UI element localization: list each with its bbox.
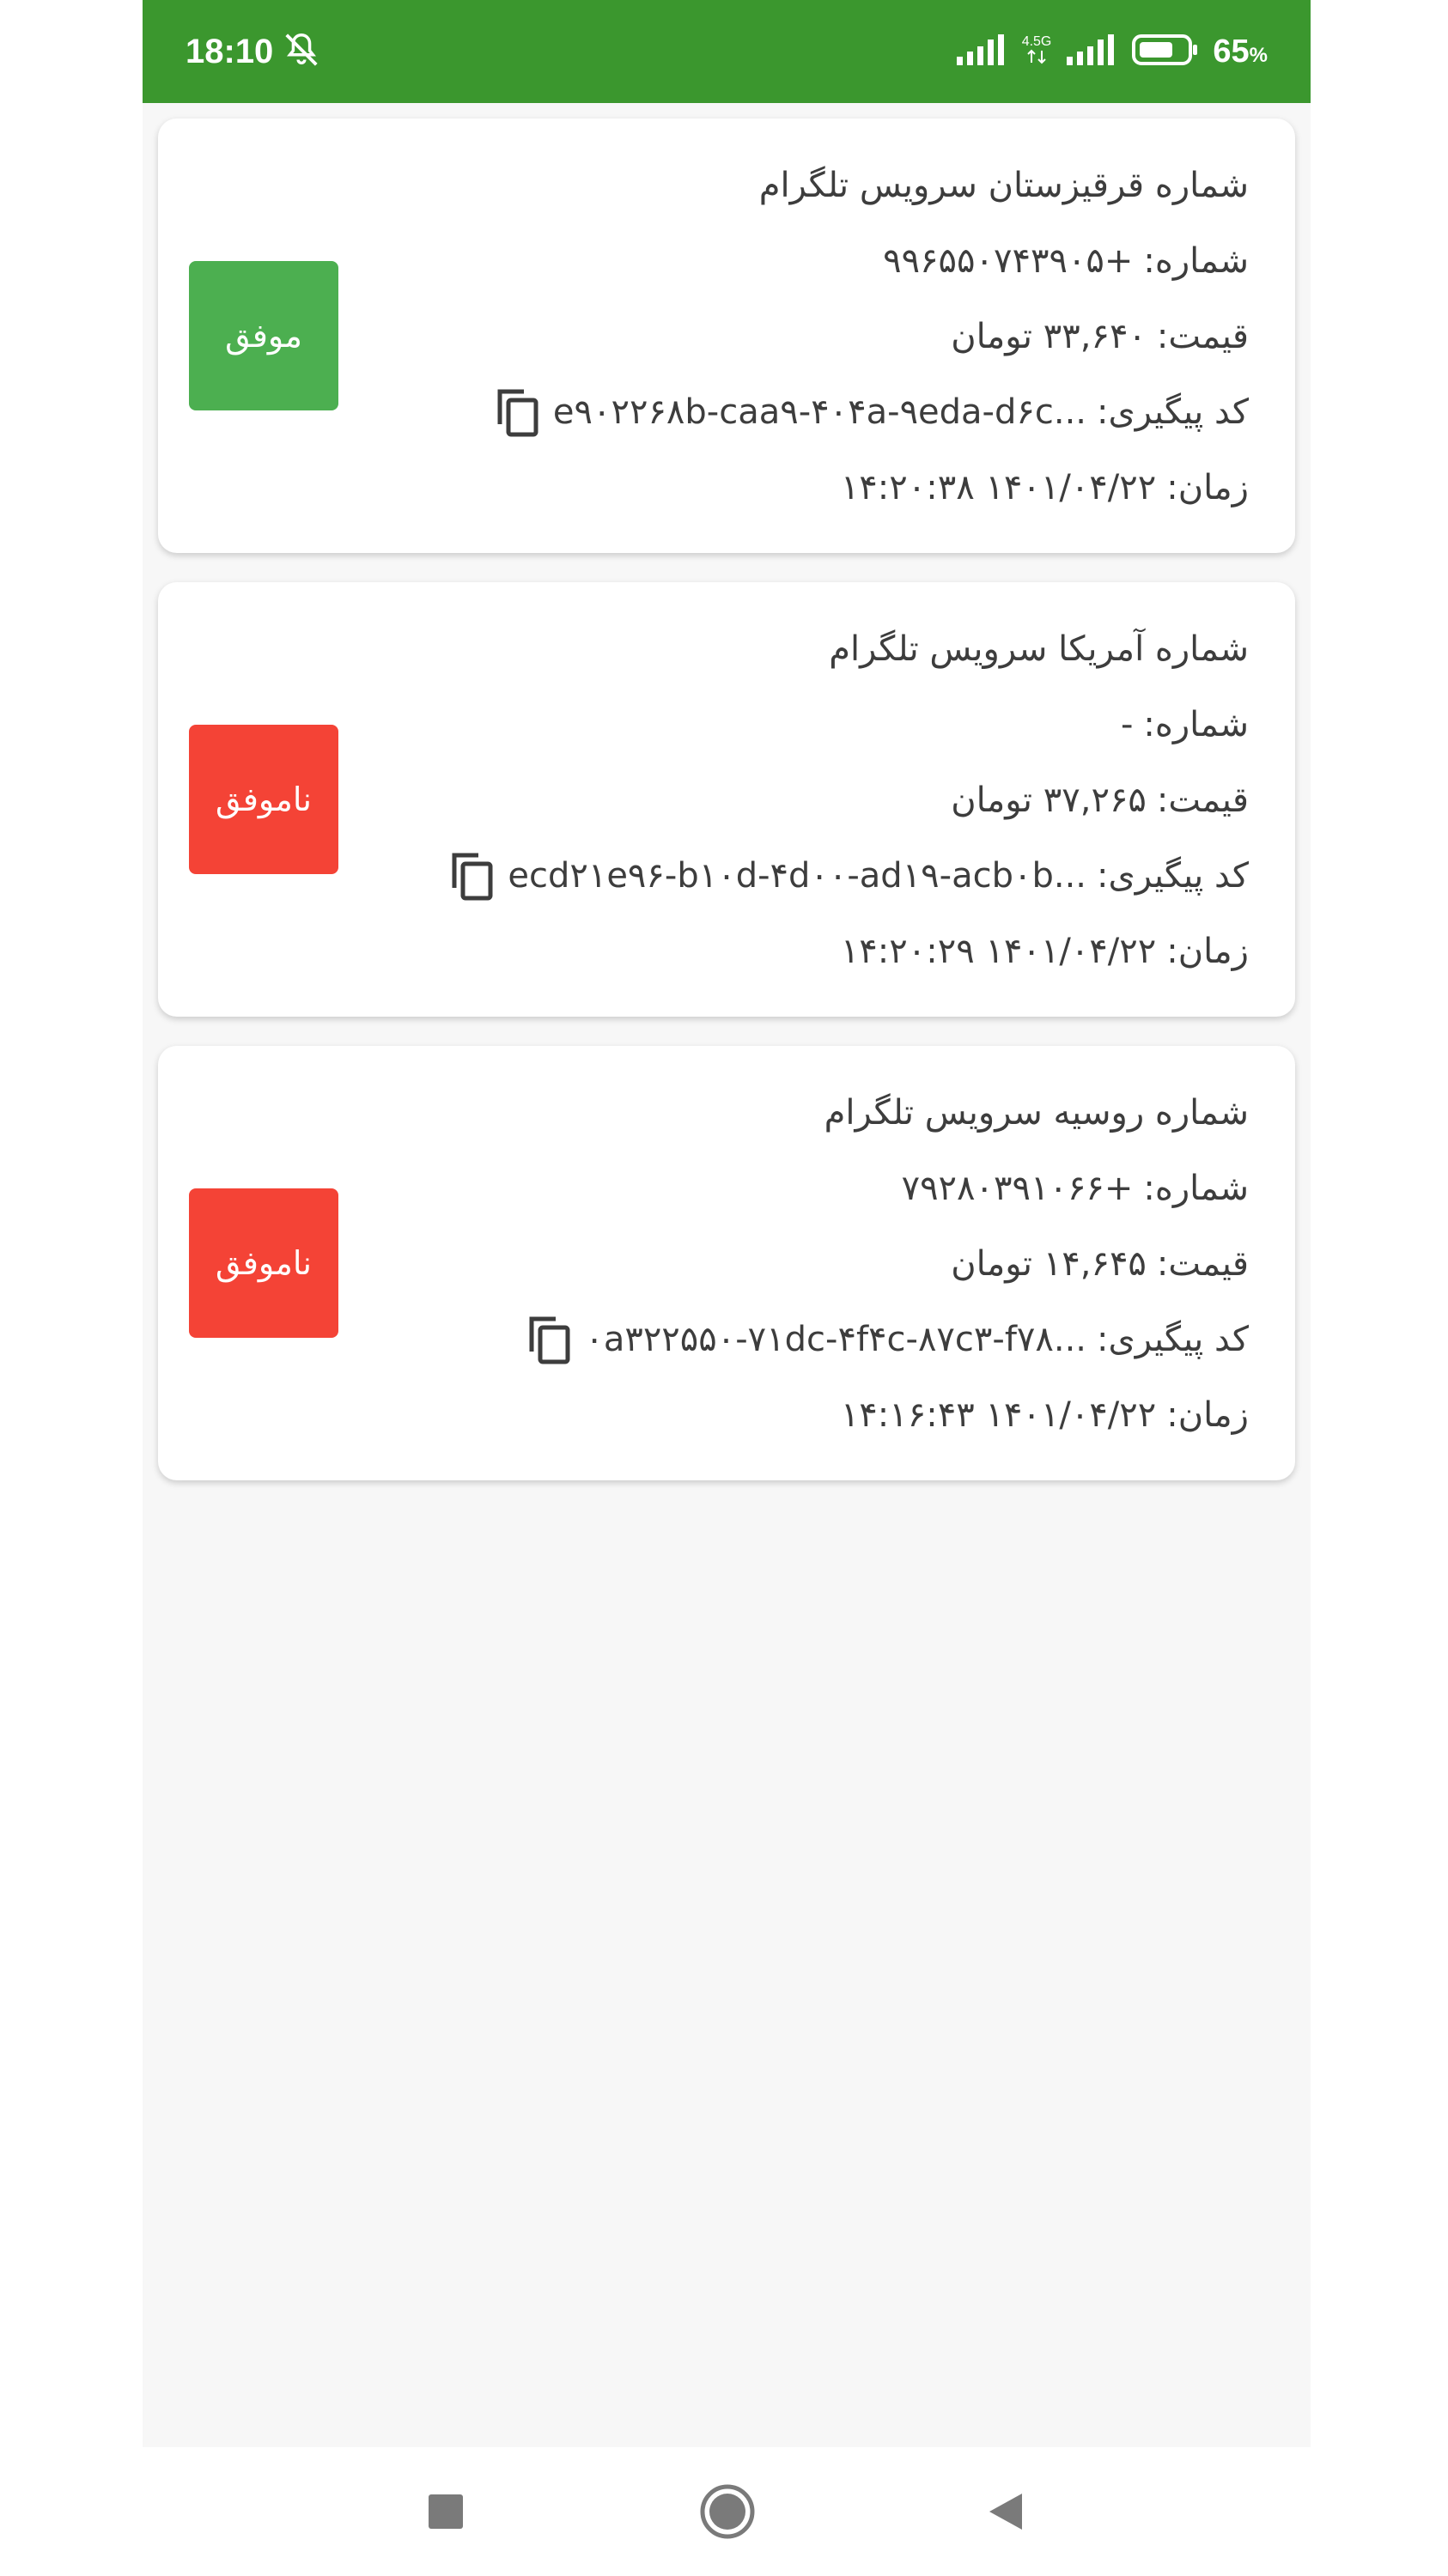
status-time: 18:10 <box>186 32 274 70</box>
order-card: موفق شماره قرقیزستان سرویس تلگرام شماره:… <box>158 118 1295 553</box>
tracking-label: کد پیگیری: <box>1097 1320 1249 1359</box>
status-button-label: موفق <box>225 317 302 355</box>
time-label: زمان: <box>1166 1395 1249 1435</box>
order-info: شماره قرقیزستان سرویس تلگرام شماره:+۹۹۶۵… <box>364 148 1249 526</box>
battery-percent: 65% <box>1213 33 1268 70</box>
price-value: ۱۴,۶۴۵ تومان <box>951 1244 1147 1284</box>
number-row: شماره:- <box>364 687 1249 762</box>
price-row: قیمت:۳۳,۶۴۰ تومان <box>364 299 1249 374</box>
data-arrows-icon <box>1025 49 1048 68</box>
order-info: شماره روسیه سرویس تلگرام شماره:+۷۹۲۸۰۳۹۱… <box>364 1075 1249 1453</box>
time-value: ۱۴۰۱/۰۴/۲۲ ۱۴:۲۰:۲۹ <box>840 932 1157 971</box>
time-row: زمان:۱۴۰۱/۰۴/۲۲ ۱۴:۲۰:۳۸ <box>364 450 1249 526</box>
number-label: شماره: <box>1143 705 1249 744</box>
time-row: زمان:۱۴۰۱/۰۴/۲۲ ۱۴:۱۶:۴۳ <box>364 1377 1249 1453</box>
muted-bell-icon <box>282 30 321 73</box>
number-label: شماره: <box>1143 241 1249 281</box>
tracking-label: کد پیگیری: <box>1097 392 1249 432</box>
copy-icon[interactable] <box>526 1314 573 1365</box>
tracking-value: e۹۰۲۲۶۸b-caa۹-۴۰۴a-۹eda-d۶c... <box>552 392 1087 432</box>
price-row: قیمت:۳۷,۲۶۵ تومان <box>364 762 1249 838</box>
signal-icon-2 <box>1065 33 1118 70</box>
order-title: شماره قرقیزستان سرویس تلگرام <box>758 166 1249 205</box>
order-title: شماره روسیه سرویس تلگرام <box>824 1093 1249 1133</box>
order-card: ناموفق شماره آمریکا سرویس تلگرام شماره:-… <box>158 582 1295 1017</box>
time-label: زمان: <box>1166 932 1249 971</box>
tracking-value: ecd۲۱e۹۶-b۱۰d-۴d۰۰-ad۱۹-acb۰b... <box>508 856 1087 896</box>
number-label: شماره: <box>1143 1169 1249 1208</box>
navigation-bar <box>143 2447 1311 2576</box>
number-row: شماره:+۷۹۲۸۰۳۹۱۰۶۶ <box>364 1151 1249 1226</box>
tracking-row: کد پیگیری: e۹۰۲۲۶۸b-caa۹-۴۰۴a-۹eda-d۶c..… <box>364 374 1249 450</box>
status-button[interactable]: موفق <box>189 261 338 410</box>
status-button[interactable]: ناموفق <box>189 1188 338 1338</box>
network-label: 4.5G <box>1021 34 1052 49</box>
battery-percent-value: 65 <box>1213 33 1250 70</box>
price-value: ۳۷,۲۶۵ تومان <box>951 781 1147 820</box>
tracking-label: کد پیگیری: <box>1097 856 1249 896</box>
price-label: قیمت: <box>1156 317 1249 356</box>
order-title: شماره آمریکا سرویس تلگرام <box>829 629 1249 669</box>
time-value: ۱۴۰۱/۰۴/۲۲ ۱۴:۲۰:۳۸ <box>840 468 1157 507</box>
price-row: قیمت:۱۴,۶۴۵ تومان <box>364 1226 1249 1302</box>
signal-icon <box>955 33 1008 70</box>
order-list: موفق شماره قرقیزستان سرویس تلگرام شماره:… <box>158 118 1295 1510</box>
number-value: +۷۹۲۸۰۳۹۱۰۶۶ <box>901 1169 1134 1208</box>
phone-screen: 18:10 4.5G 65% موفق شماره قرقیزستان سروی… <box>143 0 1311 2576</box>
tracking-value: ۰a۳۲۲۵۵۰-۷۱dc-۴f۴c-۸۷c۳-f۷۸... <box>585 1320 1087 1359</box>
circle-icon[interactable] <box>697 2482 757 2542</box>
time-row: زمان:۱۴۰۱/۰۴/۲۲ ۱۴:۲۰:۲۹ <box>364 914 1249 989</box>
triangle-back-icon[interactable] <box>976 2482 1036 2542</box>
copy-icon[interactable] <box>495 386 541 438</box>
square-icon[interactable] <box>416 2482 476 2542</box>
price-label: قیمت: <box>1156 781 1249 820</box>
status-left: 18:10 <box>186 0 321 103</box>
price-label: قیمت: <box>1156 1244 1249 1284</box>
status-button[interactable]: ناموفق <box>189 725 338 874</box>
tracking-row: کد پیگیری: ۰a۳۲۲۵۵۰-۷۱dc-۴f۴c-۸۷c۳-f۷۸..… <box>364 1302 1249 1377</box>
network-type: 4.5G <box>1021 34 1052 68</box>
status-button-label: ناموفق <box>216 781 312 818</box>
price-value: ۳۳,۶۴۰ تومان <box>951 317 1147 356</box>
number-value: +۹۹۶۵۵۰۷۴۳۹۰۵ <box>883 241 1134 281</box>
status-button-label: ناموفق <box>216 1244 312 1282</box>
battery-icon <box>1132 33 1199 70</box>
status-right: 4.5G 65% <box>955 0 1268 103</box>
time-label: زمان: <box>1166 468 1249 507</box>
number-value: - <box>1120 705 1134 744</box>
order-card: ناموفق شماره روسیه سرویس تلگرام شماره:+۷… <box>158 1046 1295 1480</box>
copy-icon[interactable] <box>449 850 496 902</box>
number-row: شماره:+۹۹۶۵۵۰۷۴۳۹۰۵ <box>364 223 1249 299</box>
order-info: شماره آمریکا سرویس تلگرام شماره:- قیمت:۳… <box>364 611 1249 989</box>
time-value: ۱۴۰۱/۰۴/۲۲ ۱۴:۱۶:۴۳ <box>840 1395 1157 1435</box>
status-bar: 18:10 4.5G 65% <box>143 0 1311 103</box>
battery-percent-unit: % <box>1249 43 1268 67</box>
tracking-row: کد پیگیری: ecd۲۱e۹۶-b۱۰d-۴d۰۰-ad۱۹-acb۰b… <box>364 838 1249 914</box>
